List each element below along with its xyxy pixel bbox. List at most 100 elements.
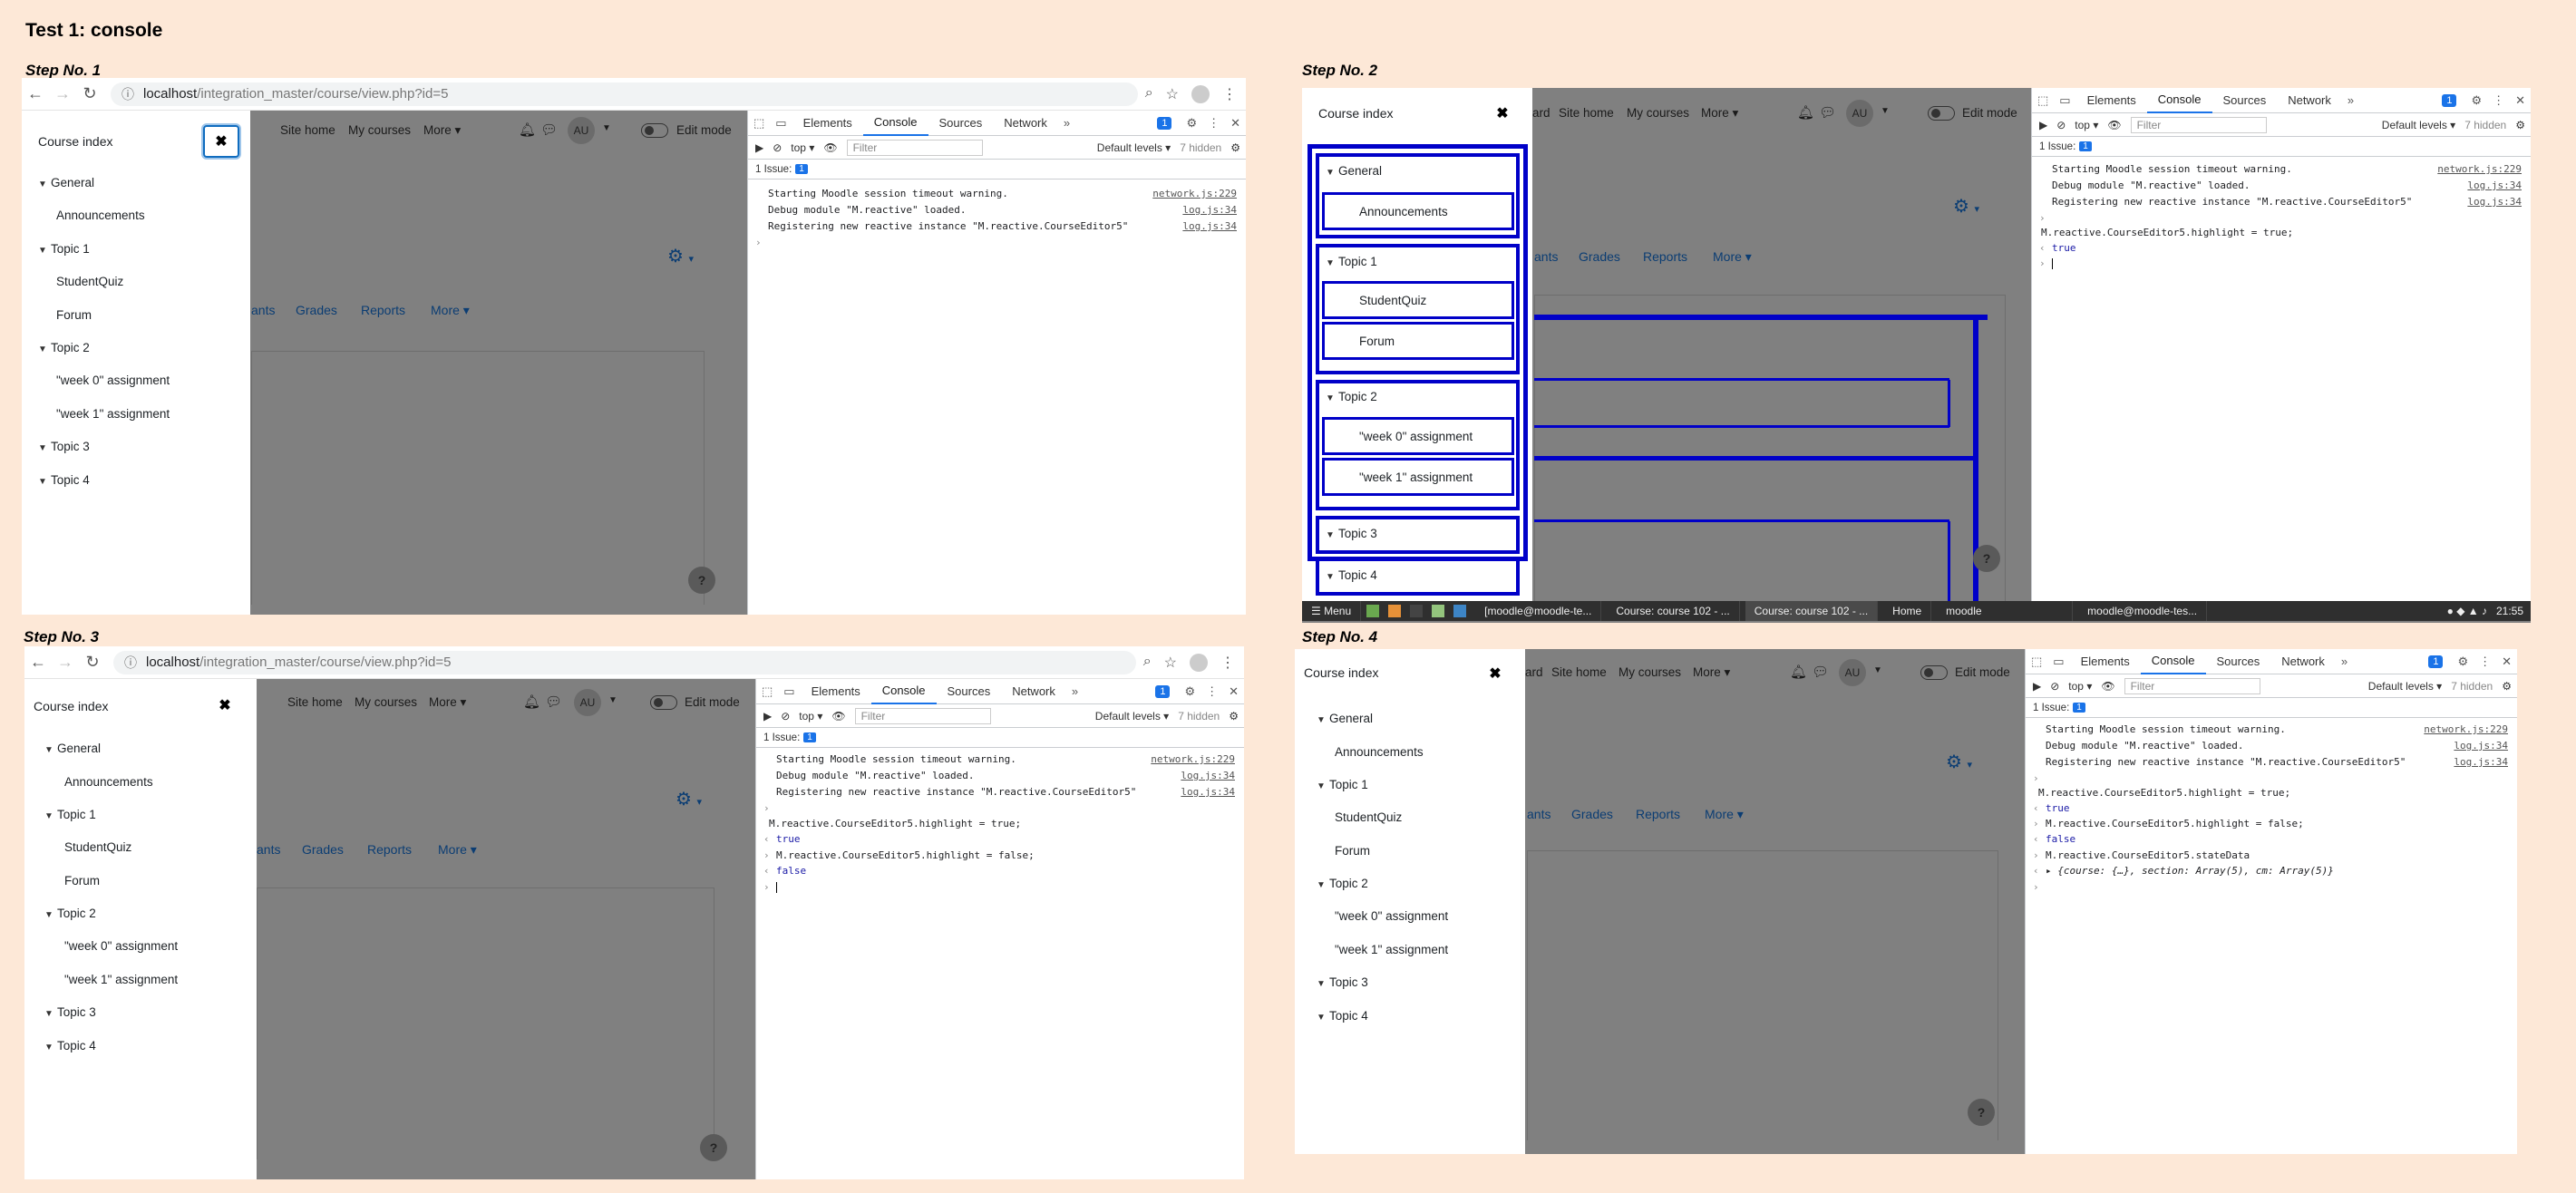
activity-forum[interactable]: Forum [1335, 844, 1370, 858]
help-button[interactable]: ? [688, 567, 715, 594]
clear-console-icon[interactable]: ⊘ [773, 141, 782, 154]
kebab-menu-icon[interactable]: ⋮ [1201, 684, 1223, 699]
device-icon[interactable]: ▭ [2047, 655, 2069, 669]
section-topic-1[interactable]: ▼ Topic 1 [44, 808, 96, 821]
clear-console-icon[interactable]: ⊘ [2050, 680, 2059, 693]
section-topic-3[interactable]: ▼ Topic 3 [1326, 527, 1377, 540]
section-topic-2[interactable]: ▼ Topic 2 [1317, 877, 1368, 890]
issues-badge[interactable]: 1 [1157, 116, 1172, 130]
nav-site-home[interactable]: Site home [1559, 106, 1614, 120]
gear-icon[interactable]: ⚙ [1230, 141, 1246, 154]
nav-site-home[interactable]: Site home [280, 123, 335, 137]
activity-announcements[interactable]: Announcements [64, 775, 153, 789]
gear-icon[interactable]: ⚙ [2465, 93, 2487, 108]
chat-icon[interactable]: 💬︎ [1819, 104, 1836, 121]
tab-participants[interactable]: ants [1534, 249, 1558, 264]
taskbar-item-moodle[interactable]: moodle [1937, 601, 2074, 621]
tab-participants[interactable]: ants [1527, 807, 1550, 821]
sidebar-toggle-icon[interactable]: ▶ [755, 141, 763, 154]
chat-icon[interactable]: 💬︎ [545, 693, 562, 710]
terminal-icon[interactable] [1410, 605, 1424, 617]
inspect-icon[interactable]: ⬚ [756, 684, 778, 699]
nav-my-courses[interactable]: My courses [1627, 106, 1689, 120]
back-icon[interactable]: ← [24, 653, 52, 672]
section-topic-4[interactable]: ▼ Topic 4 [1317, 1009, 1368, 1023]
zoom-icon[interactable]: ⌕ [1143, 654, 1152, 672]
inspect-icon[interactable]: ⬚ [2026, 655, 2047, 669]
context-select[interactable]: top ▾ [2068, 680, 2092, 693]
device-icon[interactable]: ▭ [2054, 93, 2075, 108]
activity-week-1-assignment[interactable]: "week 1" assignment [1322, 458, 1514, 496]
edit-mode-toggle[interactable] [650, 695, 677, 710]
activity-week-0-assignment[interactable]: "week 0" assignment [64, 939, 178, 953]
device-icon[interactable]: ▭ [770, 116, 792, 131]
star-icon[interactable]: ☆ [1166, 85, 1179, 103]
section-general[interactable]: ▼ General [38, 176, 94, 189]
levels-select[interactable]: Default levels ▾ [2368, 680, 2442, 693]
activity-forum[interactable]: Forum [56, 308, 92, 322]
more-tabs-icon[interactable]: » [1058, 116, 1075, 130]
chevron-down-icon[interactable]: ▼ [1873, 665, 1882, 675]
tab-grades[interactable]: Grades [302, 842, 344, 857]
section-topic-2[interactable]: ▼ Topic 2 [44, 907, 96, 920]
gear-icon[interactable]: ⚙ [2515, 119, 2531, 131]
gear-icon[interactable]: ⚙ ▾ [1946, 751, 1972, 773]
nav-more[interactable]: More ▾ [423, 123, 461, 138]
tab-elements[interactable]: Elements [2076, 88, 2147, 113]
tab-grades[interactable]: Grades [296, 303, 337, 317]
activity-week-0-assignment[interactable]: "week 0" assignment [1335, 909, 1448, 923]
close-icon[interactable]: ✕ [2496, 655, 2517, 669]
close-icon[interactable]: ✕ [1225, 116, 1246, 131]
tab-sources[interactable]: Sources [2206, 649, 2271, 674]
tab-reports[interactable]: Reports [1643, 249, 1687, 264]
eye-icon[interactable]: 👁︎ [823, 141, 837, 154]
tab-participants[interactable]: ants [257, 842, 280, 857]
nav-more[interactable]: More ▾ [429, 695, 466, 710]
address-bar[interactable]: ⓘ localhost/integration_master/course/vi… [113, 650, 1136, 674]
issues-bar[interactable]: 1 Issue: 1 [2026, 698, 2517, 718]
more-tabs-icon[interactable]: » [2336, 655, 2353, 668]
reload-icon[interactable]: ↻ [76, 84, 103, 103]
inspect-icon[interactable]: ⬚ [2032, 93, 2054, 108]
kebab-menu-icon[interactable]: ⋮ [1202, 116, 1225, 131]
levels-select[interactable]: Default levels ▾ [2382, 119, 2455, 131]
gear-icon[interactable]: ⚙ [1181, 116, 1202, 131]
tab-reports[interactable]: Reports [367, 842, 412, 857]
tab-more[interactable]: More ▾ [431, 303, 470, 318]
nav-my-courses[interactable]: My courses [348, 123, 411, 137]
activity-forum[interactable]: Forum [1322, 322, 1514, 360]
issues-badge[interactable]: 1 [1155, 684, 1171, 698]
gear-icon[interactable]: ⚙ [1229, 710, 1244, 723]
inspect-icon[interactable]: ⬚ [748, 116, 770, 131]
clear-console-icon[interactable]: ⊘ [781, 710, 790, 723]
tab-console[interactable]: Console [2140, 649, 2206, 674]
edit-mode-toggle[interactable] [1920, 665, 1948, 680]
profile-icon[interactable] [1190, 653, 1208, 672]
firefox-icon[interactable] [1388, 605, 1402, 617]
star-icon[interactable]: ☆ [1164, 654, 1177, 672]
tab-network[interactable]: Network [2270, 649, 2336, 674]
section-topic-4[interactable]: ▼ Topic 4 [38, 473, 90, 487]
tab-elements[interactable]: Elements [801, 679, 871, 704]
levels-select[interactable]: Default levels ▾ [1095, 710, 1169, 723]
nav-partial[interactable]: ard [1532, 106, 1550, 120]
section-topic-3[interactable]: ▼ Topic 3 [1317, 975, 1368, 989]
nav-site-home[interactable]: Site home [287, 695, 343, 709]
section-topic-2[interactable]: ▼ Topic 2 [1326, 390, 1377, 403]
context-select[interactable]: top ▾ [2075, 119, 2098, 131]
eye-icon[interactable]: 👁︎ [831, 710, 845, 723]
chat-icon[interactable]: 💬︎ [1812, 664, 1829, 680]
close-icon[interactable]: ✖ [1489, 101, 1516, 126]
tab-sources[interactable]: Sources [2212, 88, 2278, 113]
tab-console[interactable]: Console [2146, 88, 2212, 113]
tab-reports[interactable]: Reports [361, 303, 405, 317]
tab-network[interactable]: Network [993, 111, 1058, 136]
filter-input[interactable]: Filter [846, 139, 983, 156]
nav-partial[interactable]: ard [1525, 665, 1543, 679]
issues-badge[interactable]: 1 [2442, 93, 2457, 107]
filter-input[interactable]: Filter [2130, 116, 2267, 133]
section-general[interactable]: ▼ General [1317, 712, 1373, 725]
tab-sources[interactable]: Sources [937, 679, 1002, 704]
zoom-icon[interactable]: ⌕ [1145, 85, 1153, 103]
section-topic-4[interactable]: ▼ Topic 4 [44, 1039, 96, 1052]
